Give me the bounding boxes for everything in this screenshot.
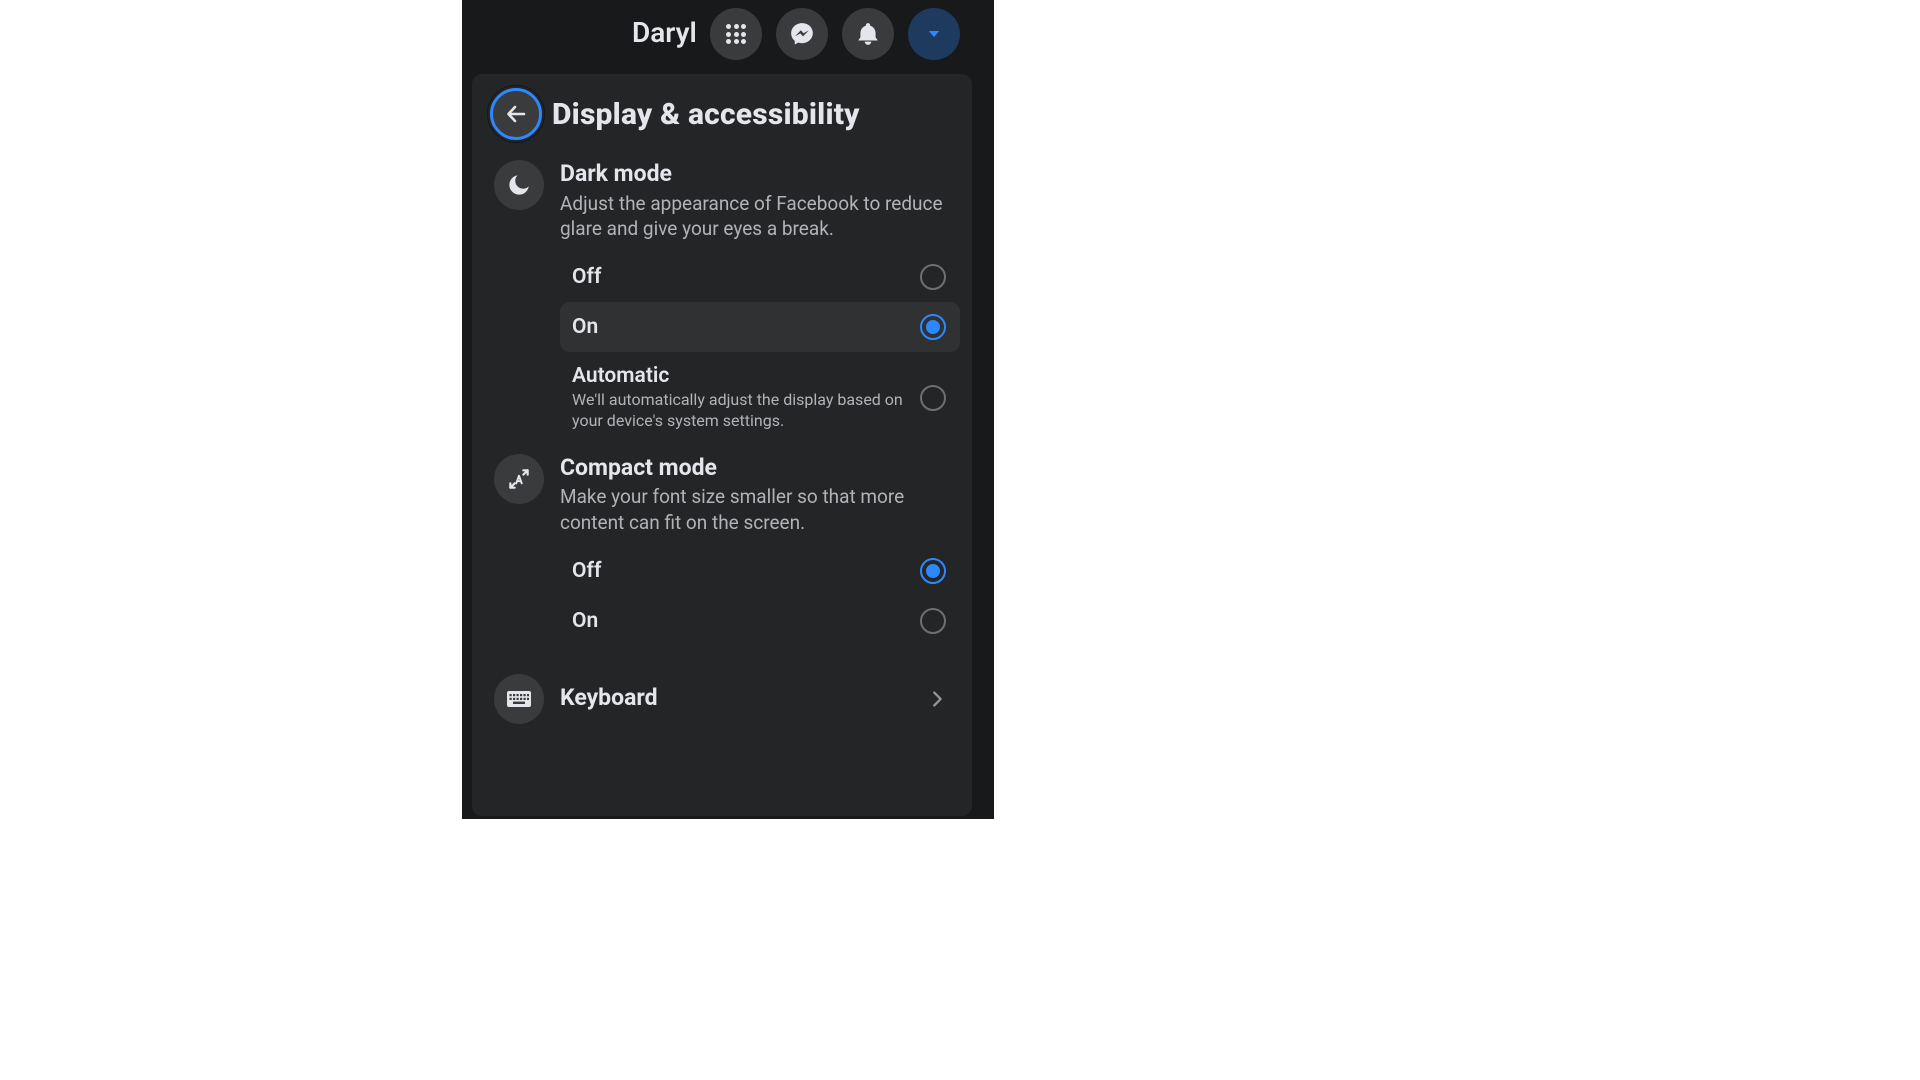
- menu-button[interactable]: [710, 8, 762, 60]
- radio-icon: [920, 314, 946, 340]
- keyboard-icon: [506, 689, 532, 709]
- compact-mode-option-on[interactable]: On: [560, 596, 960, 646]
- account-menu-button[interactable]: [908, 8, 960, 60]
- menu-grid-icon: [724, 22, 748, 46]
- radio-icon: [920, 608, 946, 634]
- dark-mode-options: Off On Automatic We'll automatically adj…: [494, 252, 962, 444]
- moon-icon: [506, 172, 532, 198]
- compact-mode-options: Off On: [494, 546, 962, 646]
- compact-mode-option-off[interactable]: Off: [560, 546, 960, 596]
- bell-icon: [855, 21, 881, 47]
- dark-mode-option-off[interactable]: Off: [560, 252, 960, 302]
- chevron-right-icon: [926, 688, 948, 710]
- arrow-left-icon: [504, 102, 528, 126]
- topbar-nav: [710, 8, 960, 60]
- dark-mode-option-automatic[interactable]: Automatic We'll automatically adjust the…: [560, 352, 960, 444]
- messenger-icon: [789, 21, 815, 47]
- nav-keyboard[interactable]: Keyboard: [494, 664, 962, 734]
- dark-mode-title: Dark mode: [560, 160, 962, 189]
- topbar: Daryl: [462, 0, 994, 74]
- compact-mode-desc: Make your font size smaller so that more…: [560, 484, 962, 535]
- option-label: Off: [572, 559, 910, 583]
- dark-mode-desc: Adjust the appearance of Facebook to red…: [560, 191, 962, 242]
- app-frame: Daryl Display & accessibility: [462, 0, 994, 819]
- section-compact-mode: Compact mode Make your font size smaller…: [472, 450, 972, 652]
- panel-header: Display & accessibility: [472, 82, 972, 152]
- option-label: On: [572, 315, 910, 339]
- compact-icon: [506, 466, 532, 492]
- nav-keyboard-title: Keyboard: [560, 684, 658, 713]
- keyboard-icon-wrap: [494, 674, 544, 724]
- option-label: Automatic: [572, 364, 910, 388]
- compact-mode-title: Compact mode: [560, 454, 962, 483]
- option-label: Off: [572, 265, 910, 289]
- messenger-button[interactable]: [776, 8, 828, 60]
- radio-icon: [920, 385, 946, 411]
- radio-icon: [920, 558, 946, 584]
- settings-panel: Display & accessibility Dark mode Adjust…: [472, 74, 972, 816]
- notifications-button[interactable]: [842, 8, 894, 60]
- option-label: On: [572, 609, 910, 633]
- dark-mode-icon-wrap: [494, 160, 544, 210]
- radio-icon: [920, 264, 946, 290]
- option-desc: We'll automatically adjust the display b…: [572, 390, 910, 432]
- dark-mode-option-on[interactable]: On: [560, 302, 960, 352]
- back-button[interactable]: [490, 88, 542, 140]
- panel-title: Display & accessibility: [552, 97, 860, 132]
- account-caret-icon: [925, 25, 943, 43]
- section-dark-mode: Dark mode Adjust the appearance of Faceb…: [472, 152, 972, 450]
- compact-mode-icon-wrap: [494, 454, 544, 504]
- user-name[interactable]: Daryl: [632, 16, 697, 49]
